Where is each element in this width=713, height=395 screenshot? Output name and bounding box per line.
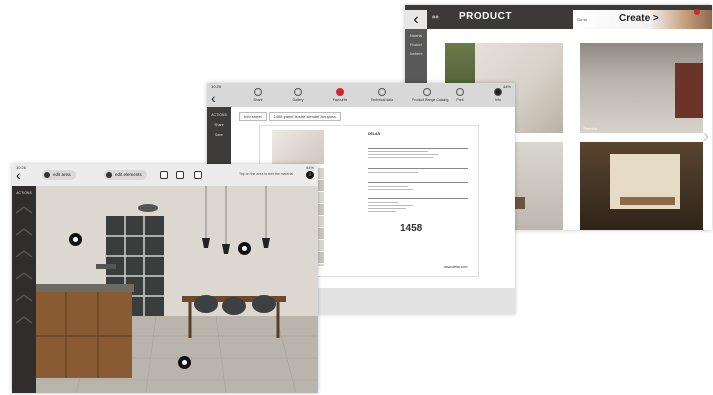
sidebar-item-ambient[interactable]: Ambient — [405, 52, 427, 56]
favourite-icon — [336, 88, 344, 96]
share-button[interactable]: Share — [243, 88, 273, 102]
tab-product[interactable]: 1458 panel Ilustre slender Anupura — [268, 112, 341, 121]
sidebar-item-save[interactable]: Save — [207, 133, 231, 137]
record-icon[interactable] — [694, 9, 700, 15]
share-icon[interactable] — [194, 171, 202, 179]
undo-icon[interactable] — [160, 171, 168, 179]
product-tile[interactable] — [580, 142, 703, 230]
catalog-button[interactable]: Product Range Catalog — [412, 88, 448, 102]
create-label: Create > — [619, 13, 659, 24]
sidebar-heading: ACTIONS — [211, 113, 227, 117]
sidebar-item-product[interactable]: Product — [405, 43, 427, 47]
room-scene[interactable] — [36, 186, 318, 393]
tab-info-sheet[interactable]: Info sheet — [239, 112, 267, 121]
info-button[interactable]: Info — [483, 88, 513, 102]
technical-data-button[interactable]: Technical data — [367, 88, 397, 102]
brand-logo: ◼◼ — [432, 14, 439, 19]
edit-elements-button[interactable]: edit elements — [104, 170, 147, 180]
tab-bar: Info sheet 1458 panel Ilustre slender Anu… — [239, 112, 343, 121]
area-icon — [44, 171, 50, 178]
info-icon — [494, 88, 502, 96]
editor-toolbar: 10:26 44% ‹ edit area edit elements Tap … — [12, 164, 318, 186]
room-editor-screen: 10:26 44% ‹ edit area edit elements Tap … — [12, 164, 318, 393]
back-button[interactable]: ‹ — [16, 167, 21, 183]
gallery-button[interactable]: Gallery — [283, 88, 313, 102]
print-button[interactable]: Print — [445, 88, 475, 102]
technical-data-icon — [378, 88, 386, 96]
sidebar: ACTIONS — [12, 186, 36, 393]
save-icon[interactable] — [176, 171, 184, 179]
hint-text: Tap on the area to edit the material — [239, 172, 294, 176]
tile-caption: Travertin — [583, 127, 597, 131]
back-button[interactable]: ‹ — [211, 90, 216, 106]
favourite-button[interactable]: Favourite — [325, 88, 355, 102]
create-prefix: Go to — [577, 17, 587, 22]
sidebar-item-material[interactable]: Material — [405, 34, 427, 38]
share-icon — [254, 88, 262, 96]
create-button[interactable]: Go to Create > — [573, 10, 712, 29]
elements-icon — [106, 171, 112, 178]
sidebar-item-share[interactable]: Share — [207, 123, 231, 127]
doc-footer-url: www.delar.com — [444, 265, 468, 269]
product-photo — [272, 130, 324, 164]
print-icon — [456, 88, 464, 96]
wall-hotspot[interactable] — [238, 242, 251, 255]
floor-hotspot[interactable] — [178, 356, 191, 369]
product-tile[interactable]: Travertin — [580, 43, 703, 133]
product-code: 1458 — [400, 223, 423, 234]
wall-hotspot[interactable] — [69, 233, 82, 246]
catalog-icon — [423, 88, 431, 96]
next-arrow-icon[interactable]: › — [703, 126, 709, 147]
toolbar: 10:26 44% ‹ Share Gallery Favourite Tech… — [207, 83, 515, 107]
page-title: PRODUCT — [459, 11, 512, 22]
doc-brand: DELAR — [368, 132, 381, 136]
info-icon[interactable]: i — [306, 171, 314, 179]
sidebar-heading: ACTIONS — [16, 191, 32, 195]
back-button[interactable]: ‹ — [405, 10, 427, 29]
gallery-icon — [294, 88, 302, 96]
sidebar-chevrons — [15, 206, 33, 324]
edit-area-button[interactable]: edit area — [42, 170, 76, 180]
chevron-right-icon: > — [652, 13, 659, 24]
